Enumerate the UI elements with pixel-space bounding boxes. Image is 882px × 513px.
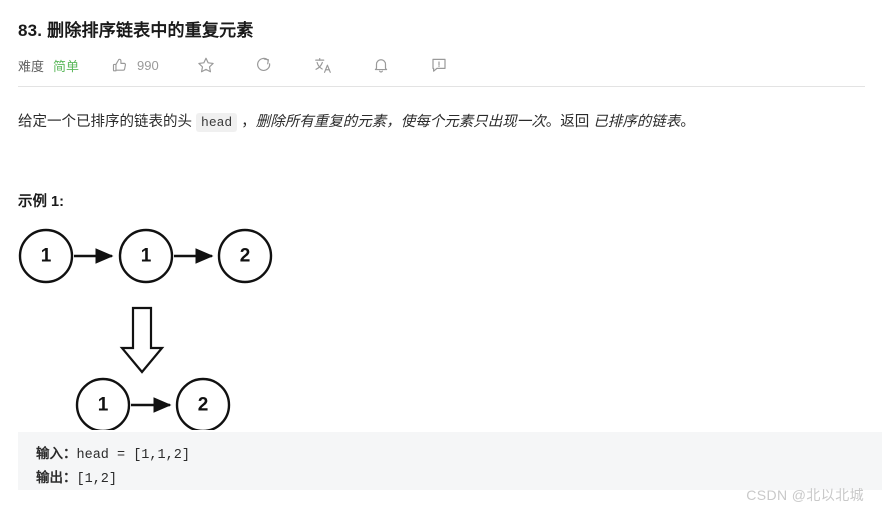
feedback-button[interactable] — [430, 56, 448, 74]
translate-icon — [313, 56, 332, 75]
feedback-icon — [430, 56, 448, 74]
share-button[interactable] — [255, 56, 273, 74]
share-icon — [255, 56, 273, 74]
diagram-node-after-1: 1 — [75, 377, 131, 430]
like-count: 990 — [137, 57, 159, 73]
example-input-line: 输入：head = [1,1,2] — [36, 443, 882, 467]
node-label: 2 — [240, 246, 251, 267]
inline-code-head: head — [196, 113, 238, 132]
node-label: 2 — [198, 395, 209, 416]
diagram-node-before-3: 2 — [217, 228, 273, 284]
node-label: 1 — [141, 246, 152, 267]
example-input-value: head = [1,1,2] — [76, 448, 190, 463]
description-part-2: ， — [237, 114, 256, 130]
example-input-label: 输入： — [36, 446, 77, 461]
description-emphasis-1: 删除所有重复的元素，使每个元素只出现一次 — [255, 114, 546, 130]
down-arrow-icon — [119, 306, 165, 374]
difficulty-badge[interactable]: 简单 — [53, 56, 79, 75]
node-label: 1 — [98, 395, 109, 416]
translate-button[interactable] — [313, 56, 332, 75]
notification-button[interactable] — [372, 56, 390, 74]
example-output-label: 输出： — [36, 470, 77, 485]
bell-icon — [372, 56, 390, 74]
problem-meta-bar: 难度 简单 990 — [18, 52, 448, 78]
like-button[interactable]: 990 — [111, 57, 159, 74]
example-heading: 示例 1: — [18, 194, 64, 210]
linked-list-diagram: 1 1 2 1 2 — [0, 218, 882, 430]
diagram-node-after-2: 2 — [175, 377, 231, 430]
example-code-block: 输入：head = [1,1,2] 输出：[1,2] — [18, 432, 882, 490]
diagram-node-before-2: 1 — [118, 228, 174, 284]
star-icon — [197, 56, 215, 74]
csdn-watermark: CSDN @北以北城 — [746, 487, 864, 503]
diagram-node-before-1: 1 — [18, 228, 74, 284]
description-part-1: 给定一个已排序的链表的头 — [18, 114, 197, 130]
node-label: 1 — [41, 246, 52, 267]
description-emphasis-2: 已排序的链表 — [593, 114, 681, 130]
difficulty-label: 难度 — [18, 58, 45, 74]
description-part-4: 。 — [680, 114, 695, 130]
problem-description: 给定一个已排序的链表的头 head ，删除所有重复的元素，使每个元素只出现一次。… — [18, 108, 866, 137]
thumbs-up-icon — [111, 57, 128, 74]
header-divider — [18, 86, 865, 87]
description-part-3: 。返回 — [545, 114, 594, 130]
example-output-value: [1,2] — [76, 472, 118, 487]
favorite-button[interactable] — [197, 56, 215, 74]
page-title: 83. 删除排序链表中的重复元素 — [18, 21, 254, 40]
